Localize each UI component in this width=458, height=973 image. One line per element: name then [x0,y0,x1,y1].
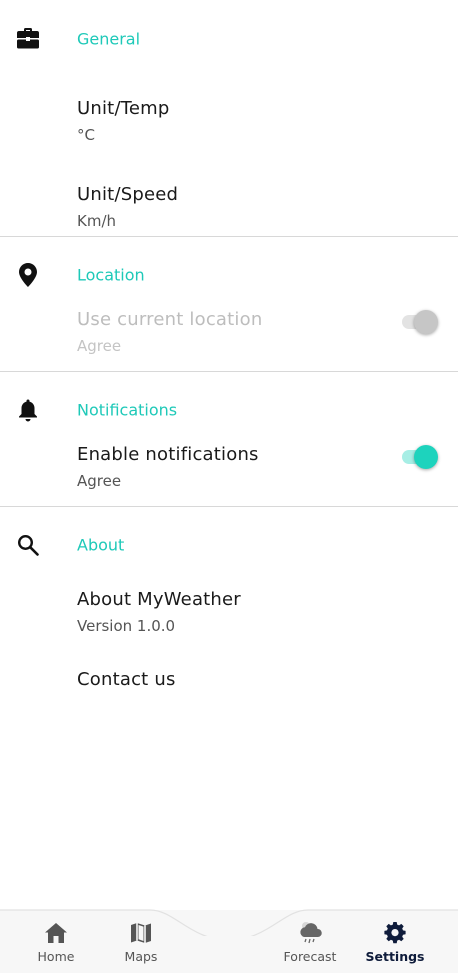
use-current-location-item: Use current location Agree [0,289,458,357]
nav-home-label: Home [37,949,75,964]
nav-forecast[interactable]: Forecast [275,920,345,964]
unit-temp-item[interactable]: Unit/Temp °C [0,78,458,164]
briefcase-icon [16,27,40,51]
toggle-thumb [414,310,438,334]
use-current-location-label: Use current location [77,309,263,330]
about-section: About About MyWeather Version 1.0.0 Cont… [0,507,458,741]
about-myweather-label: About MyWeather [77,589,241,610]
nav-settings[interactable]: Settings [360,920,430,964]
nav-home[interactable]: Home [21,920,91,964]
location-pin-icon [16,263,40,287]
gear-icon [360,920,430,946]
unit-speed-label: Unit/Speed [77,184,179,205]
unit-temp-value: °C [77,126,95,144]
notifications-toggle[interactable] [400,443,440,471]
rain-cloud-icon [275,920,345,946]
bell-icon [16,398,40,422]
nav-maps[interactable]: Maps [106,920,176,964]
map-icon [106,920,176,946]
about-myweather-item[interactable]: About MyWeather Version 1.0.0 [0,569,458,655]
nav-settings-label: Settings [365,949,425,964]
nav-maps-label: Maps [124,949,158,964]
location-section: Location Use current location Agree [0,237,458,357]
enable-notifications-label: Enable notifications [77,444,259,465]
location-title: Location [77,265,145,285]
general-section: General Unit/Temp °C Unit/Speed Km/h [0,0,458,250]
use-current-location-value: Agree [77,337,122,355]
app-version: Version 1.0.0 [77,617,176,635]
bottom-nav: Home Maps Forecast Settings [0,909,458,973]
unit-speed-value: Km/h [77,212,117,230]
notifications-title: Notifications [77,400,178,420]
about-title: About [77,535,125,555]
toggle-thumb [414,445,438,469]
home-icon [21,920,91,946]
search-icon [16,533,40,557]
contact-us-label: Contact us [77,669,176,690]
enable-notifications-value: Agree [77,472,122,490]
general-title: General [77,29,141,49]
enable-notifications-item: Enable notifications Agree [0,424,458,492]
general-header: General [0,0,458,78]
location-toggle[interactable] [400,308,440,336]
unit-temp-label: Unit/Temp [77,98,170,119]
nav-forecast-label: Forecast [283,949,337,964]
notifications-section: Notifications Enable notifications Agree [0,372,458,492]
contact-us-item[interactable]: Contact us [0,655,458,741]
